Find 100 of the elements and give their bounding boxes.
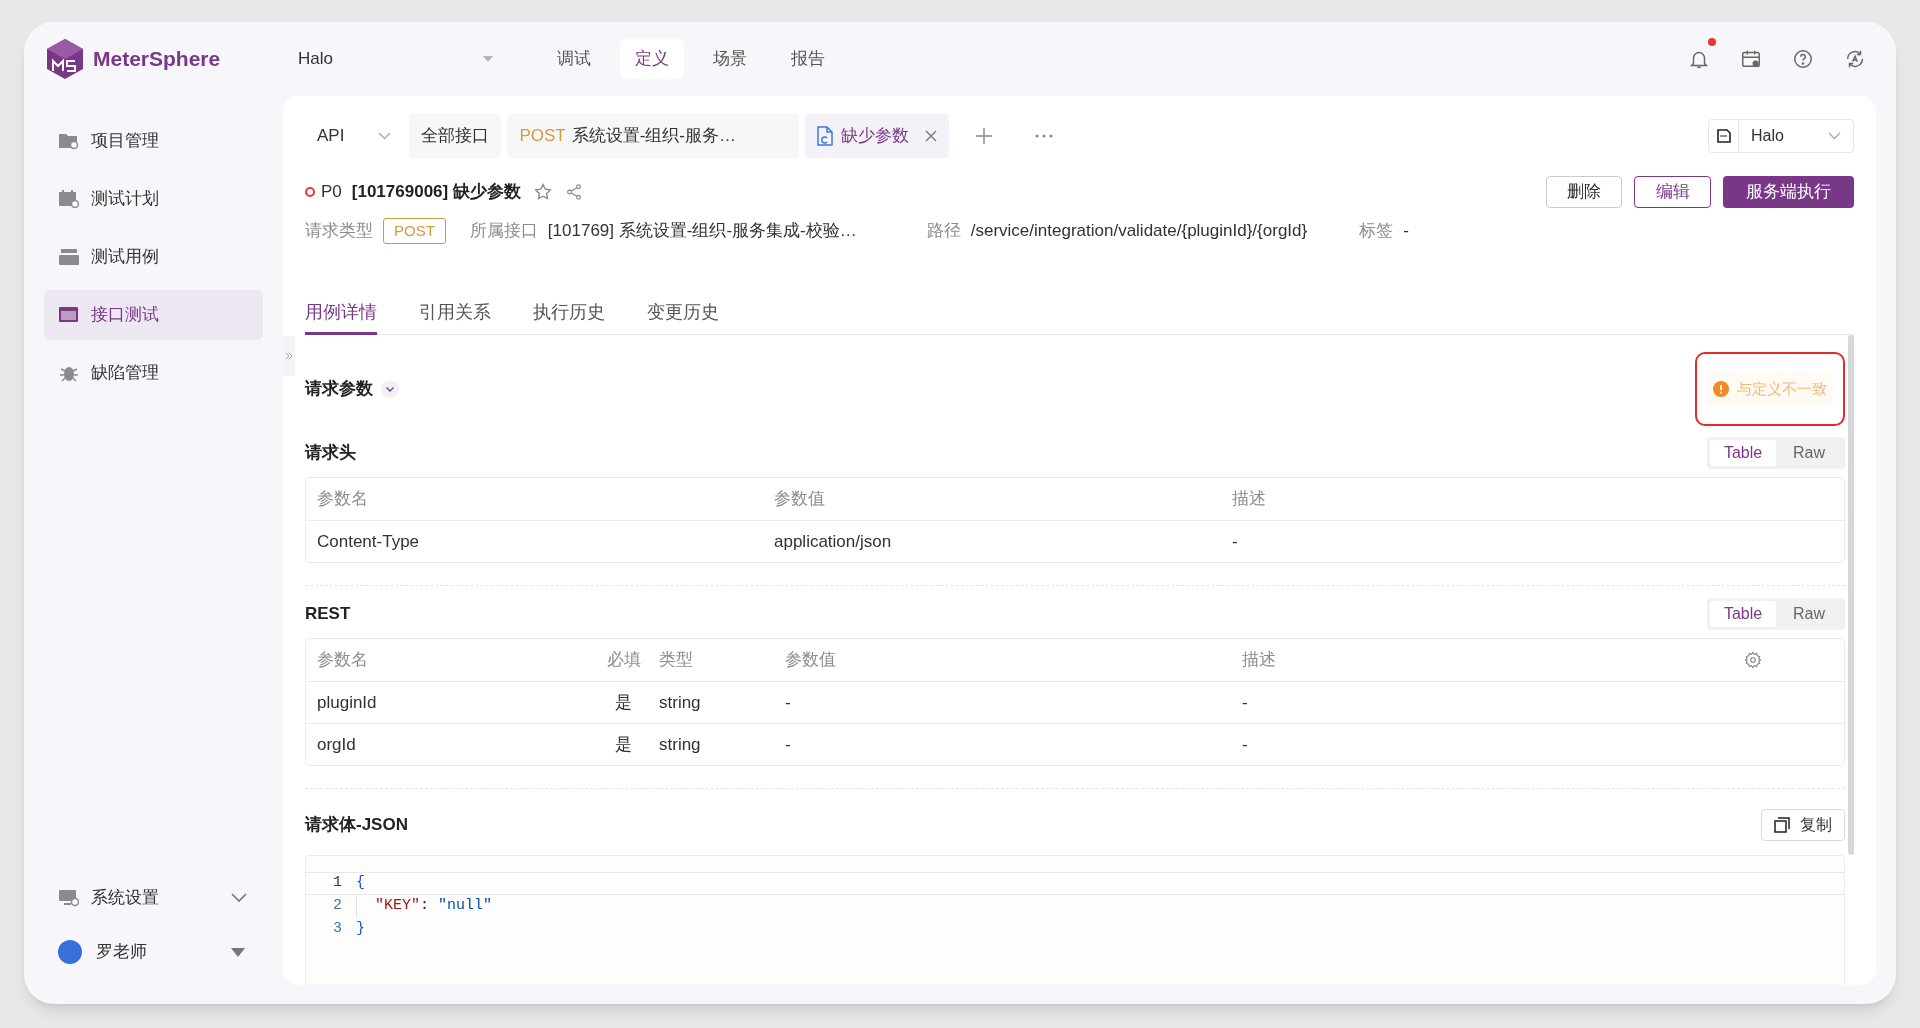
sidebar-item[interactable]: 系统设置: [44, 875, 263, 921]
table-cell: -: [1242, 692, 1248, 712]
nav-tab[interactable]: 调试: [542, 39, 606, 79]
method-badge: POST: [383, 218, 446, 244]
sidebar-item[interactable]: 缺陷管理: [44, 348, 263, 398]
copy-button[interactable]: 复制: [1761, 809, 1845, 841]
nav-tab[interactable]: 场景: [698, 39, 762, 79]
sidebar-item[interactable]: 项目管理: [44, 116, 263, 166]
tab[interactable]: 变更历史: [647, 292, 719, 335]
environment-icon: [1715, 128, 1732, 144]
caret-icon: [231, 947, 245, 957]
line-number: 3: [332, 919, 343, 940]
field-label: 路径: [926, 220, 961, 243]
table-cell: orgId: [317, 734, 356, 754]
table-cell: string: [659, 734, 701, 754]
table-cell: -: [1232, 531, 1238, 551]
settings-icon[interactable]: [1744, 651, 1762, 669]
expand-sidebar-button[interactable]: [283, 336, 295, 376]
star-icon[interactable]: [532, 182, 553, 202]
folder-gear-icon: [59, 132, 79, 150]
double-chevron-icon: [285, 352, 293, 360]
column-header: 参数名: [317, 650, 368, 670]
code-line: }: [356, 919, 365, 940]
toggle-option[interactable]: Raw: [1776, 440, 1842, 466]
translate-icon[interactable]: [1844, 48, 1866, 70]
field-label: 所属接口: [469, 220, 538, 243]
status-ring: [305, 187, 315, 197]
section-title: 请求体-JSON: [305, 814, 408, 837]
tab[interactable]: 引用关系: [419, 292, 491, 335]
chevron-down-icon: [231, 893, 247, 903]
line-number: 1: [332, 873, 343, 894]
caret-icon: [482, 55, 494, 63]
column-header: 描述: [1242, 650, 1276, 670]
table-cell: -: [785, 692, 791, 712]
section-title: 请求头: [305, 442, 356, 465]
module-select[interactable]: API: [305, 114, 404, 158]
table-cell: string: [659, 692, 701, 712]
collapse-chevron-icon[interactable]: [381, 380, 399, 398]
case-title: [101769006] 缺少参数: [351, 181, 521, 204]
close-icon[interactable]: [925, 130, 938, 142]
table-cell: application/json: [774, 531, 892, 551]
field-value: -: [1403, 220, 1409, 243]
table-cell: 是: [615, 734, 632, 754]
warning-icon: [1713, 381, 1729, 397]
table-cell: pluginId: [317, 692, 377, 712]
toggle-option[interactable]: Table: [1710, 601, 1776, 627]
calendar-icon: [59, 190, 79, 208]
help-icon[interactable]: [1792, 48, 1814, 70]
table-cell: -: [1242, 734, 1248, 754]
field-value: /service/integration/validate/{pluginId}/{orgId}: [970, 220, 1308, 243]
section-title: REST: [305, 603, 351, 626]
tab[interactable]: 用例详情: [305, 292, 377, 335]
cube-logo-icon: [45, 37, 85, 81]
tab[interactable]: POST 系统设置-组织-服务…: [507, 114, 800, 158]
column-header: 参数值: [785, 650, 836, 670]
column-header: 参数值: [774, 489, 825, 509]
action-button[interactable]: 服务端执行: [1723, 176, 1854, 208]
tray-icon: [59, 248, 79, 266]
line-number: 2: [332, 896, 343, 917]
tab[interactable]: 执行历史: [533, 292, 605, 335]
table-cell: -: [785, 734, 791, 754]
chevron-down-icon: [1828, 132, 1841, 140]
column-header: 类型: [659, 650, 693, 670]
more-icon[interactable]: [1035, 134, 1054, 138]
field-value: [101769] 系统设置-组织-服务集成-校验…: [547, 220, 857, 243]
section-title: 请求参数: [305, 378, 373, 401]
table-cell: Content-Type: [317, 531, 420, 551]
app-name: MeterSphere: [93, 46, 221, 73]
column-header: 参数名: [317, 489, 368, 509]
document-icon: [817, 126, 834, 146]
tab[interactable]: 缺少参数: [805, 114, 950, 158]
field-label: 标签: [1359, 220, 1394, 243]
code-line: "KEY": "null": [356, 895, 493, 918]
code-line: {: [356, 873, 365, 894]
tab[interactable]: 全部接口: [409, 114, 502, 158]
toggle-option[interactable]: Table: [1710, 440, 1776, 466]
api-window-icon: [59, 306, 79, 324]
warning-badge: 与定义不一致: [1707, 371, 1833, 407]
column-header: 必填: [606, 650, 641, 670]
calendar-icon[interactable]: [1740, 48, 1762, 70]
nav-tab[interactable]: 定义: [620, 39, 684, 79]
chevron-down-icon: [378, 132, 392, 140]
environment-select[interactable]: Halo: [1708, 119, 1854, 153]
add-icon[interactable]: [975, 127, 994, 145]
monitor-gear-icon: [59, 889, 79, 907]
copy-icon: [1774, 817, 1790, 833]
avatar: [58, 940, 82, 964]
project-select[interactable]: Halo: [296, 41, 496, 77]
user-menu[interactable]: 罗老师: [44, 929, 263, 975]
table-cell: 是: [615, 692, 632, 712]
nav-tab[interactable]: 报告: [776, 39, 840, 79]
sidebar-item[interactable]: 测试用例: [44, 232, 263, 282]
sidebar-item[interactable]: 测试计划: [44, 174, 263, 224]
column-header: 描述: [1232, 489, 1266, 509]
action-button[interactable]: 编辑: [1634, 176, 1711, 208]
sidebar-item[interactable]: 接口测试: [44, 290, 263, 340]
share-icon[interactable]: [564, 183, 583, 201]
priority-label: P0: [321, 181, 342, 204]
toggle-option[interactable]: Raw: [1776, 601, 1842, 627]
action-button[interactable]: 删除: [1546, 176, 1622, 208]
